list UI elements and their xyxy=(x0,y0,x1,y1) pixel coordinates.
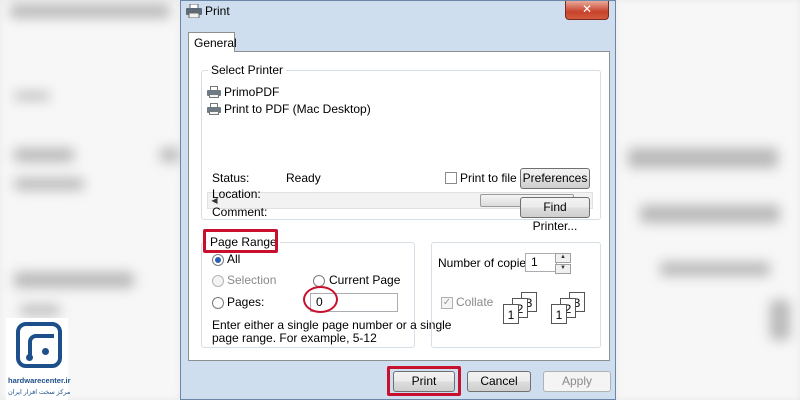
spinner-up[interactable]: ▲ xyxy=(555,253,571,263)
printer-icon xyxy=(207,85,221,98)
print-button-highlight xyxy=(387,366,461,396)
tab-general[interactable]: General xyxy=(188,32,237,52)
copies-input[interactable]: 1 xyxy=(525,253,557,272)
logo-tagline: مرکز سخت افزار ایران xyxy=(8,389,71,396)
pages-label: Pages: xyxy=(227,295,265,309)
print-to-file-label: Print to file xyxy=(460,171,517,185)
printer-item-primopdf[interactable]: PrimoPDF xyxy=(207,83,279,100)
collate-label: Collate xyxy=(456,295,494,309)
location-label: Location: xyxy=(212,187,261,201)
printer-name: PrimoPDF xyxy=(224,84,280,99)
general-tab-panel: Select Printer PrimoPDF Print to PDF (Ma… xyxy=(188,51,610,361)
printer-icon xyxy=(207,102,221,115)
collate-illustration-icon: 3 2 1 xyxy=(499,292,541,328)
apply-button[interactable]: Apply xyxy=(543,371,611,392)
selection-label: Selection xyxy=(227,273,277,287)
page-range-help-line1: Enter either a single page number or a s… xyxy=(212,318,452,332)
printer-name: Print to PDF (Mac Desktop) xyxy=(224,101,371,116)
print-dialog: Print ✕ General Select Printer PrimoPDF … xyxy=(180,0,616,400)
find-printer-button[interactable]: Find Printer... xyxy=(520,197,590,233)
cancel-button[interactable]: Cancel xyxy=(467,371,531,392)
copies-label: Number of copies: xyxy=(438,256,536,270)
page-range-help-line2: page range. For example, 5-12 xyxy=(212,331,377,345)
title-bar: Print ✕ xyxy=(181,1,615,23)
selection-radio[interactable] xyxy=(212,275,224,287)
printer-icon xyxy=(186,4,202,18)
window-title: Print xyxy=(205,4,230,18)
status-value: Ready xyxy=(286,171,321,185)
preferences-button[interactable]: Preferences xyxy=(520,168,590,189)
comment-label: Comment: xyxy=(212,205,268,219)
pages-value-highlight xyxy=(303,286,338,313)
close-icon: ✕ xyxy=(581,2,593,16)
print-to-file-checkbox[interactable] xyxy=(445,172,457,184)
all-radio[interactable] xyxy=(212,254,224,266)
printer-item-print-to-pdf[interactable]: Print to PDF (Mac Desktop) xyxy=(207,100,371,117)
collate-illustration-icon: 3 2 1 xyxy=(547,292,589,328)
site-logo: hardwarecenter.ir مرکز سخت افزار ایران xyxy=(6,318,71,400)
page-range-highlight xyxy=(203,229,278,253)
status-label: Status: xyxy=(212,171,250,185)
collate-sheet: 1 xyxy=(551,304,567,324)
pages-radio[interactable] xyxy=(212,297,224,309)
collate-checkbox[interactable]: ✓ xyxy=(441,297,453,309)
close-button[interactable]: ✕ xyxy=(565,1,609,20)
all-label: All xyxy=(227,252,241,266)
collate-sheet: 1 xyxy=(503,304,519,324)
spinner-arrows-icon[interactable]: ▲ ▼ xyxy=(555,253,571,274)
select-printer-label: Select Printer xyxy=(208,63,287,77)
chip-logo-icon xyxy=(16,322,62,368)
logo-site-name: hardwarecenter.ir xyxy=(8,376,71,385)
spinner-down[interactable]: ▼ xyxy=(555,264,571,274)
current-page-label: Current Page xyxy=(329,273,401,287)
